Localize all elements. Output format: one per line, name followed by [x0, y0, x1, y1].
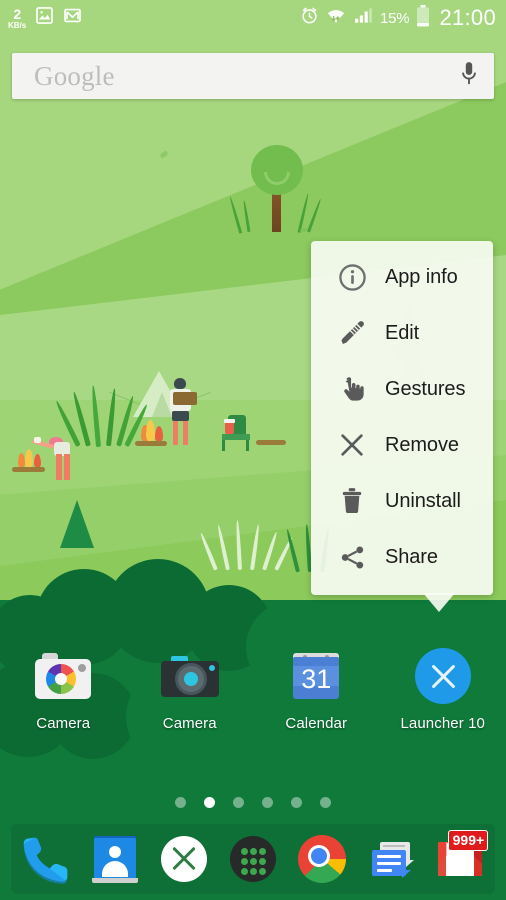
- clock-label: 21:00: [439, 5, 496, 30]
- app-label: Camera: [36, 715, 91, 732]
- alarm-icon: [300, 6, 319, 30]
- menu-item-edit[interactable]: Edit: [311, 305, 493, 361]
- network-speed-unit: KB/s: [8, 20, 27, 30]
- calendar-icon: 31: [285, 645, 347, 707]
- wallpaper-tent-door: [152, 392, 172, 417]
- page-dot[interactable]: [175, 797, 186, 808]
- app-label: Camera: [162, 715, 217, 732]
- wallpaper-campfire-flame: [34, 454, 41, 468]
- network-speed-value: 2: [13, 5, 21, 22]
- menu-item-gestures[interactable]: Gestures: [311, 361, 493, 417]
- page-dot[interactable]: [233, 797, 244, 808]
- wallpaper-camper-wood: [173, 392, 197, 405]
- status-bar: 2 KB/s 15% 21:00: [0, 0, 506, 36]
- pencil-icon: [337, 318, 367, 348]
- microphone-icon[interactable]: [458, 60, 480, 93]
- battery-percent-label: 15%: [380, 9, 410, 27]
- status-bar-left: 2 KB/s: [8, 6, 82, 30]
- menu-item-uninstall[interactable]: Uninstall: [311, 473, 493, 529]
- dock: 999+: [11, 824, 495, 894]
- gmail-icon: 999+: [433, 830, 489, 886]
- info-circle-icon: [337, 262, 367, 292]
- menu-item-label: Uninstall: [385, 489, 461, 512]
- page-dot[interactable]: [291, 797, 302, 808]
- dock-item-phone[interactable]: [11, 832, 80, 886]
- wallpaper-tree-canopy: [251, 145, 303, 195]
- app-context-menu[interactable]: App info Edit Gestures Remove Uninstall: [311, 241, 493, 595]
- page-dot[interactable]: [320, 797, 331, 808]
- pointing-hand-icon: [337, 374, 367, 404]
- close-x-icon: [337, 430, 367, 460]
- wallpaper-camper-leg: [183, 421, 188, 445]
- status-bar-right: 15% 21:00: [300, 4, 496, 32]
- launcher10-icon: [412, 645, 474, 707]
- google-camera-icon: [32, 645, 94, 707]
- dark-camera-icon: [159, 645, 221, 707]
- wallpaper-campfire-flame: [155, 426, 163, 442]
- signal-icon: [353, 6, 373, 30]
- messages-icon: [364, 832, 418, 886]
- app-icon-camera-stock[interactable]: Camera: [127, 645, 254, 745]
- wallpaper-camper-leg: [56, 454, 62, 480]
- dock-item-launcher10[interactable]: [149, 832, 218, 886]
- wallpaper-camp-chair: [222, 440, 225, 451]
- page-indicator[interactable]: [0, 797, 506, 808]
- menu-item-label: Gestures: [385, 377, 466, 400]
- home-screen: 2 KB/s 15% 21:00 Google App info Edit Ge…: [0, 0, 506, 900]
- app-drawer-icon: [226, 832, 280, 886]
- phone-icon: [19, 832, 73, 886]
- wallpaper-log: [256, 440, 286, 445]
- menu-item-label: Remove: [385, 433, 459, 456]
- launcher10-white-icon: [157, 832, 211, 886]
- menu-item-remove[interactable]: Remove: [311, 417, 493, 473]
- app-icon-launcher10[interactable]: Launcher 10: [380, 645, 506, 745]
- gmail-icon: [63, 6, 82, 30]
- wallpaper-cup-lid: [224, 419, 235, 423]
- gallery-icon: [35, 6, 54, 30]
- wallpaper-camper: [172, 411, 189, 421]
- menu-item-label: Edit: [385, 321, 420, 344]
- search-input[interactable]: Google: [34, 61, 115, 92]
- network-speed-indicator: 2 KB/s: [8, 7, 26, 30]
- dock-item-gmail[interactable]: 999+: [426, 830, 495, 886]
- dock-item-messages[interactable]: [357, 832, 426, 886]
- contacts-icon: [88, 832, 142, 886]
- battery-icon: [416, 4, 430, 32]
- share-nodes-icon: [337, 542, 367, 572]
- google-search-bar[interactable]: Google: [12, 53, 494, 99]
- calendar-day-number: 31: [301, 664, 332, 694]
- chrome-icon: [295, 832, 349, 886]
- wifi-icon: [326, 6, 346, 30]
- wallpaper-camper-leg: [64, 454, 70, 480]
- page-dot-active[interactable]: [204, 797, 215, 808]
- wallpaper-camper: [174, 378, 186, 389]
- dock-item-app-drawer[interactable]: [218, 832, 287, 886]
- app-icon-calendar[interactable]: 31 Calendar: [253, 645, 380, 745]
- menu-item-app-info[interactable]: App info: [311, 249, 493, 305]
- app-grid: Camera Camera 31 Calendar Launcher 10: [0, 645, 506, 745]
- app-icon-camera-google[interactable]: Camera: [0, 645, 127, 745]
- wallpaper-cup: [225, 422, 234, 434]
- wallpaper-leaf: [300, 228, 307, 232]
- app-label: Launcher 10: [400, 715, 485, 732]
- wallpaper-campfire-flame: [18, 453, 25, 468]
- wallpaper-campfire-log: [12, 467, 45, 472]
- wallpaper-marshmallow: [34, 437, 41, 443]
- dock-item-contacts[interactable]: [80, 832, 149, 886]
- wallpaper-pine-tree: [60, 500, 94, 548]
- wallpaper-camper-leg: [173, 421, 178, 445]
- popup-tail-arrow: [423, 593, 455, 612]
- wallpaper-camp-chair: [246, 440, 249, 451]
- dock-item-chrome[interactable]: [288, 832, 357, 886]
- menu-item-label: Share: [385, 545, 438, 568]
- menu-item-label: App info: [385, 265, 458, 288]
- wallpaper-campfire-log: [135, 441, 167, 446]
- wallpaper-campfire-flame: [25, 449, 33, 468]
- app-label: Calendar: [285, 715, 348, 732]
- notification-badge: 999+: [448, 830, 489, 851]
- page-dot[interactable]: [262, 797, 273, 808]
- menu-item-share[interactable]: Share: [311, 529, 493, 585]
- trash-icon: [337, 486, 367, 516]
